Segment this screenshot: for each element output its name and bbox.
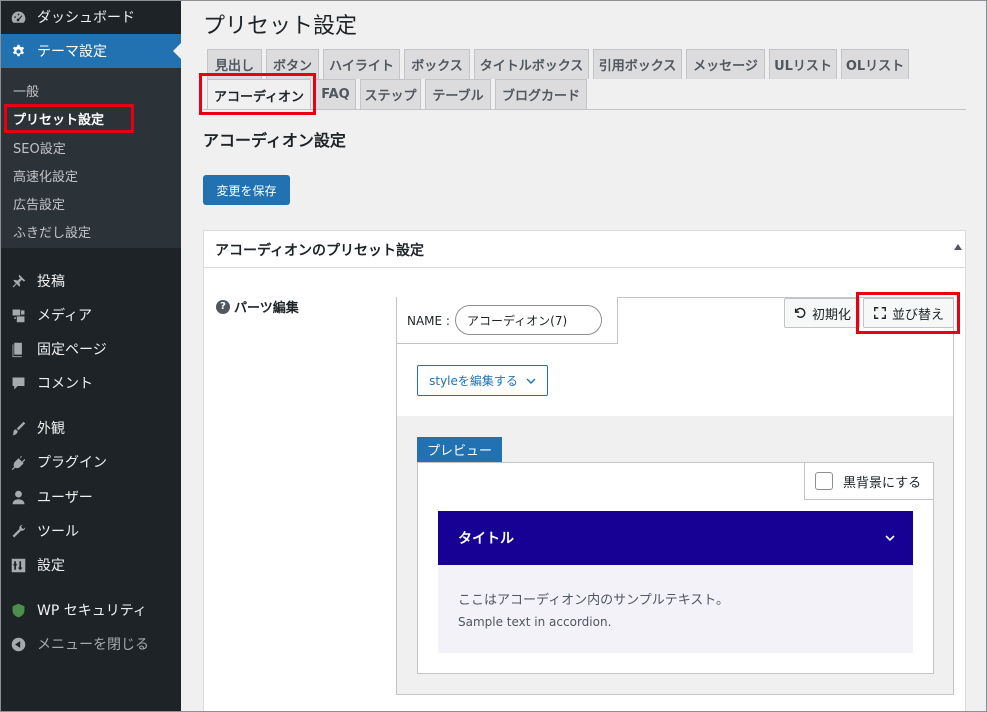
menu-settings[interactable]: 設定: [0, 548, 181, 582]
brush-icon: [9, 419, 27, 437]
tab-box[interactable]: ボックス: [404, 49, 470, 79]
accordion-chevron-icon: [885, 531, 895, 547]
section-title: アコーディオン設定: [203, 131, 346, 150]
menu-comments[interactable]: コメント: [0, 366, 181, 400]
menu-plugins-label: プラグイン: [37, 455, 107, 471]
tab-message[interactable]: メッセージ: [686, 49, 765, 79]
menu-comments-label: コメント: [37, 376, 93, 392]
parts-editor: NAME : アコーディオン(7) 初期化 並び替え styleを編集する プレ…: [396, 297, 954, 695]
page-icon: [9, 340, 27, 358]
tab-table[interactable]: テーブル: [425, 79, 491, 109]
name-label: NAME :: [407, 314, 450, 328]
preset-panel: アコーディオンのプリセット設定 ? パーツ編集 NAME : アコーディオン(7…: [203, 230, 966, 712]
menu-tools[interactable]: ツール: [0, 514, 181, 548]
shield-icon: [9, 601, 27, 619]
plugin-icon: [9, 453, 27, 471]
submenu-seo-settings[interactable]: SEO設定: [13, 138, 66, 157]
collapse-icon: [9, 635, 27, 653]
admin-sidebar: ダッシュボード テーマ設定 一般 プリセット設定 SEO設定 高速化設定 広告設…: [0, 0, 181, 712]
accordion-text-en: Sample text in accordion.: [458, 615, 612, 629]
gear-icon: [9, 42, 27, 60]
dark-bg-label: 黒背景にする: [843, 475, 922, 491]
parts-edit-text: パーツ編集: [234, 301, 299, 316]
menu-appearance-label: 外観: [37, 421, 65, 437]
preview-label: プレビュー: [417, 437, 502, 462]
style-edit-button[interactable]: styleを編集する: [417, 365, 548, 396]
highlight-accordion-tab: [199, 73, 316, 115]
tab-quote-box[interactable]: 引用ボックス: [593, 49, 682, 79]
menu-theme-settings-label: テーマ設定: [37, 44, 107, 60]
menu-posts[interactable]: 投稿: [0, 264, 181, 298]
highlight-sort-button: [856, 292, 960, 334]
menu-collapse[interactable]: メニューを閉じる: [0, 627, 181, 661]
submenu-speed-settings[interactable]: 高速化設定: [13, 166, 78, 185]
tab-blog-card[interactable]: ブログカード: [495, 79, 587, 109]
menu-collapse-label: メニューを閉じる: [37, 637, 149, 653]
menu-theme-settings[interactable]: テーマ設定: [0, 34, 181, 68]
panel-header[interactable]: アコーディオンのプリセット設定: [204, 231, 965, 268]
menu-posts-label: 投稿: [37, 274, 65, 290]
collapse-caret-icon[interactable]: [954, 244, 962, 250]
highlight-preset-menu: [4, 104, 134, 133]
menu-pages-label: 固定ページ: [37, 342, 107, 358]
preview-box: 黒背景にする タイトル ここはアコーディオン内のサンプルテキスト。 Sample…: [417, 462, 934, 674]
user-icon: [9, 488, 27, 506]
tab-highlight[interactable]: ハイライト: [323, 49, 400, 79]
menu-settings-label: 設定: [37, 558, 65, 574]
help-icon[interactable]: ?: [216, 299, 230, 314]
chevron-down-icon: [526, 378, 536, 384]
parts-edit-label: ? パーツ編集: [216, 297, 299, 316]
tab-title-box[interactable]: タイトルボックス: [474, 49, 589, 79]
tab-faq[interactable]: FAQ: [315, 79, 356, 109]
submenu-general[interactable]: 一般: [13, 81, 39, 100]
settings-icon: [9, 556, 27, 574]
wrench-icon: [9, 522, 27, 540]
pin-icon: [9, 272, 27, 290]
dashboard-icon: [9, 8, 27, 26]
panel-title: アコーディオンのプリセット設定: [215, 243, 425, 259]
submenu-balloon-settings[interactable]: ふきだし設定: [13, 222, 91, 241]
submenu-ad-settings[interactable]: 広告設定: [13, 194, 65, 213]
tab-step[interactable]: ステップ: [360, 79, 421, 109]
tab-ol-list[interactable]: OLリスト: [841, 49, 909, 79]
accordion-title: タイトル: [458, 531, 514, 547]
tab-ul-list[interactable]: ULリスト: [769, 49, 837, 79]
menu-wp-security-label: WP セキュリティ: [37, 603, 147, 619]
style-edit-label: styleを編集する: [429, 374, 518, 388]
undo-icon: [794, 307, 806, 318]
menu-users-label: ユーザー: [37, 490, 93, 506]
page-title: プリセット設定: [203, 14, 358, 39]
media-icon: [9, 306, 27, 324]
name-field-group: NAME : アコーディオン(7): [396, 297, 618, 344]
dark-bg-toggle[interactable]: 黒背景にする: [804, 462, 934, 500]
menu-users[interactable]: ユーザー: [0, 480, 181, 514]
accordion-text-ja: ここはアコーディオン内のサンプルテキスト。: [458, 593, 730, 608]
menu-pages[interactable]: 固定ページ: [0, 332, 181, 366]
dark-bg-checkbox[interactable]: [815, 472, 833, 490]
menu-wp-security[interactable]: WP セキュリティ: [0, 593, 181, 627]
preview-area: プレビュー 黒背景にする タイトル ここはアコーディオン内のサンプルテキスト。 …: [397, 416, 953, 694]
save-button[interactable]: 変更を保存: [203, 175, 290, 205]
comment-icon: [9, 374, 27, 392]
menu-dashboard[interactable]: ダッシュボード: [0, 0, 181, 34]
accordion-body: ここはアコーディオン内のサンプルテキスト。 Sample text in acc…: [438, 565, 913, 653]
menu-plugins[interactable]: プラグイン: [0, 445, 181, 479]
name-input[interactable]: アコーディオン(7): [455, 305, 602, 335]
accordion-header[interactable]: タイトル: [438, 511, 913, 565]
theme-settings-submenu: 一般 プリセット設定 SEO設定 高速化設定 広告設定 ふきだし設定: [0, 68, 181, 248]
reset-button[interactable]: 初期化: [784, 298, 860, 328]
menu-media-label: メディア: [37, 308, 93, 324]
menu-tools-label: ツール: [37, 524, 79, 540]
menu-appearance[interactable]: 外観: [0, 411, 181, 445]
reset-button-label: 初期化: [811, 307, 851, 323]
tab-divider: [203, 109, 966, 110]
menu-dashboard-label: ダッシュボード: [37, 10, 135, 26]
menu-media[interactable]: メディア: [0, 298, 181, 332]
